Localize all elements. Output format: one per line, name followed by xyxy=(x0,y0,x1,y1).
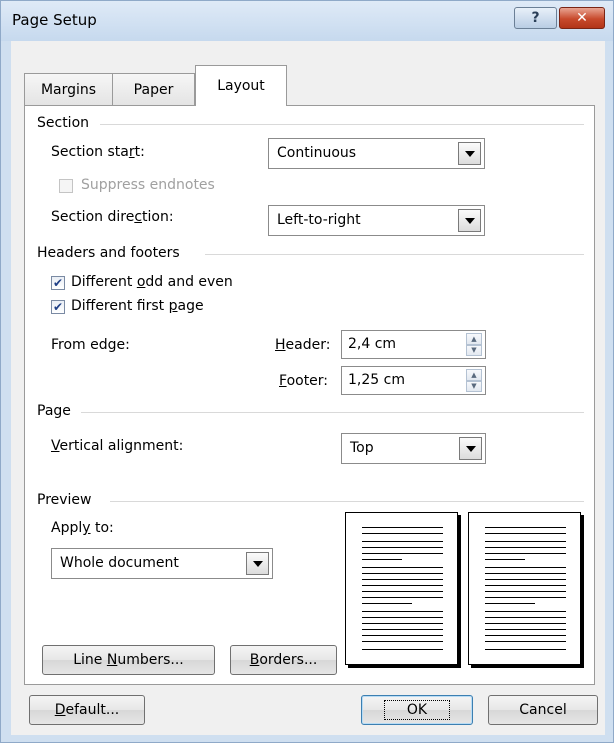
headers-footers-group-label: Headers and footers xyxy=(37,245,180,261)
close-button[interactable]: ✕ xyxy=(559,7,605,29)
help-button[interactable]: ? xyxy=(514,7,557,29)
line-numbers-label: Line Numbers... xyxy=(73,652,184,668)
different-odd-even-label: Different odd and even xyxy=(71,274,233,290)
cancel-label: Cancel xyxy=(519,702,567,718)
page-divider xyxy=(81,412,584,413)
different-first-page-checkbox[interactable]: ✔ xyxy=(51,300,65,314)
section-start-value: Continuous xyxy=(277,145,357,161)
different-odd-even-checkbox[interactable]: ✔ xyxy=(51,276,65,290)
section-divider xyxy=(100,124,584,125)
section-group-label: Section xyxy=(37,115,90,131)
vertical-alignment-dropdown[interactable]: Top xyxy=(341,433,486,464)
cancel-button[interactable]: Cancel xyxy=(488,695,598,725)
headers-footers-divider xyxy=(205,254,584,255)
section-direction-value: Left-to-right xyxy=(277,212,361,228)
tab-margins-label: Margins xyxy=(40,81,97,98)
vertical-alignment-label: Vertical alignment: xyxy=(51,438,184,454)
checkmark-icon: ✔ xyxy=(52,276,64,290)
apply-to-dropdown[interactable]: Whole document xyxy=(51,548,273,579)
dialog-title: Page Setup xyxy=(12,11,97,29)
chevron-down-icon[interactable] xyxy=(458,142,481,165)
chevron-down-icon[interactable] xyxy=(459,437,482,460)
suppress-endnotes-label: Suppress endnotes xyxy=(81,177,215,193)
preview-page-right xyxy=(468,512,581,665)
ok-label: OK xyxy=(383,700,451,720)
suppress-endnotes-checkbox[interactable] xyxy=(59,179,73,193)
tab-margins[interactable]: Margins xyxy=(24,73,113,105)
title-bar[interactable]: Page Setup ? ✕ xyxy=(1,1,613,41)
spin-up-icon[interactable]: ▲ xyxy=(466,333,482,345)
header-distance-value: 2,4 cm xyxy=(348,336,397,352)
section-start-dropdown[interactable]: Continuous xyxy=(268,138,485,169)
preview-divider xyxy=(110,501,584,502)
spinner-buttons[interactable]: ▲ ▼ xyxy=(466,333,482,356)
preview-group-label: Preview xyxy=(37,492,92,508)
line-numbers-button[interactable]: Line Numbers... xyxy=(42,645,215,675)
layout-tab-panel: Section Section start: Continuous Suppre… xyxy=(24,105,595,685)
section-direction-dropdown[interactable]: Left-to-right xyxy=(268,205,485,236)
preview-page-left xyxy=(345,512,458,665)
page-group-label: Page xyxy=(37,403,71,419)
apply-to-value: Whole document xyxy=(60,555,179,571)
tab-layout-label: Layout xyxy=(217,78,265,94)
dialog-body: Margins Paper Layout Section Section sta… xyxy=(11,41,605,735)
tab-layout[interactable]: Layout xyxy=(195,65,287,106)
tab-paper-label: Paper xyxy=(133,81,174,98)
borders-label: Borders... xyxy=(249,652,318,668)
header-label: Header: xyxy=(275,337,331,353)
footer-distance-spinner[interactable]: 1,25 cm ▲ ▼ xyxy=(341,366,486,395)
question-mark-icon: ? xyxy=(531,10,540,26)
section-start-label: Section start: xyxy=(51,144,145,160)
section-direction-label: Section direction: xyxy=(51,209,174,225)
spin-down-icon[interactable]: ▼ xyxy=(466,380,482,392)
borders-button[interactable]: Borders... xyxy=(230,645,337,675)
spin-up-icon[interactable]: ▲ xyxy=(466,369,482,381)
header-distance-spinner[interactable]: 2,4 cm ▲ ▼ xyxy=(341,330,486,359)
apply-to-label: Apply to: xyxy=(51,520,114,536)
ok-button[interactable]: OK xyxy=(361,695,473,725)
footer-distance-value: 1,25 cm xyxy=(348,372,405,388)
tab-paper[interactable]: Paper xyxy=(112,73,195,105)
from-edge-label: From edge: xyxy=(51,337,130,353)
chevron-down-icon[interactable] xyxy=(246,552,269,575)
chevron-down-icon[interactable] xyxy=(458,209,481,232)
spinner-buttons[interactable]: ▲ ▼ xyxy=(466,369,482,392)
page-setup-dialog: Page Setup ? ✕ Margins Paper Layout Sect… xyxy=(0,0,614,743)
footer-label: Footer: xyxy=(279,373,329,389)
checkmark-icon: ✔ xyxy=(52,300,64,314)
close-icon: ✕ xyxy=(576,10,588,26)
default-label: Default... xyxy=(54,702,120,718)
different-first-page-label: Different first page xyxy=(71,298,204,314)
spin-down-icon[interactable]: ▼ xyxy=(466,344,482,356)
default-button[interactable]: Default... xyxy=(29,695,145,725)
vertical-alignment-value: Top xyxy=(350,440,374,456)
